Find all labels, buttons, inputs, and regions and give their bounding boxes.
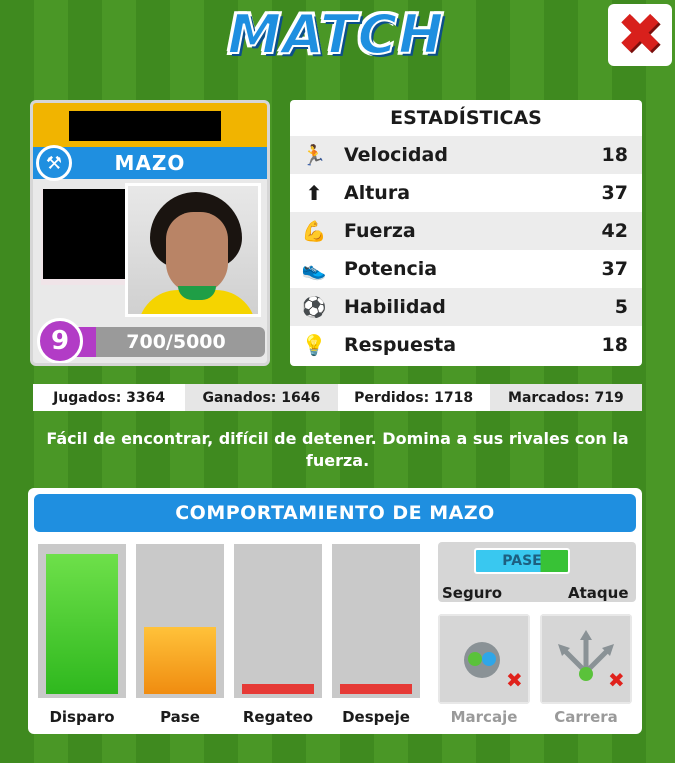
- player-card: MAZO ⚒ 9 700/5000: [30, 100, 270, 366]
- stat-label: Respuesta: [344, 334, 457, 356]
- match-title: MATCH: [226, 2, 445, 67]
- behaviour-bar-fill: [242, 684, 314, 694]
- role-description: Fácil de encontrar, difícil de detener. …: [46, 429, 629, 470]
- behaviour-bar-regateo: [234, 544, 322, 698]
- behaviour-bar-pase: [136, 544, 224, 698]
- stat-value: 37: [601, 182, 628, 204]
- stat-row: ⬆ Altura 37: [290, 174, 642, 212]
- pass-style-track: PASE: [474, 548, 570, 574]
- stat-row: 🏃 Velocidad 18: [290, 136, 642, 174]
- disabled-x-icon: ✖: [608, 668, 625, 692]
- stat-row: ⚽ Habilidad 5: [290, 288, 642, 326]
- behaviour-bar-despeje: [332, 544, 420, 698]
- marking-disabled: ✖: [438, 614, 530, 704]
- won-count: Ganados: 1646: [185, 384, 338, 411]
- arrow-up-icon: ⬆: [305, 181, 323, 205]
- hammer-icon: ⚒: [36, 145, 72, 181]
- pass-style-label: PASE: [502, 553, 542, 569]
- lost-count: Perdidos: 1718: [337, 384, 490, 411]
- match-record: Jugados: 3364 Ganados: 1646 Perdidos: 17…: [33, 384, 642, 411]
- running-label: Carrera: [554, 708, 618, 726]
- player-name-redacted: [69, 111, 221, 141]
- stat-row: 💪 Fuerza 42: [290, 212, 642, 250]
- pass-style-right-label: Ataque: [568, 584, 629, 602]
- stat-label: Habilidad: [344, 296, 446, 318]
- boot-icon: 👟: [301, 257, 327, 281]
- behaviour-bar-label: Regateo: [242, 708, 314, 726]
- stat-row: 👟 Potencia 37: [290, 250, 642, 288]
- behaviour-bar-disparo: [38, 544, 126, 698]
- lightbulb-icon: 💡: [301, 333, 327, 357]
- behaviour-panel: COMPORTAMIENTO DE MAZO Disparo Pase Regate…: [28, 488, 642, 734]
- stat-value: 5: [614, 296, 628, 318]
- stat-label: Altura: [344, 182, 411, 204]
- marking-label: Marcaje: [450, 708, 518, 726]
- behaviour-bar-label: Despeje: [342, 708, 410, 726]
- behaviour-bar-label: Disparo: [49, 708, 115, 726]
- behaviour-bar-fill: [46, 554, 118, 694]
- level-badge: 9: [37, 318, 83, 363]
- stat-label: Velocidad: [344, 144, 448, 166]
- stat-value: 42: [601, 220, 628, 242]
- disabled-x-icon: ✖: [506, 668, 523, 692]
- stat-label: Potencia: [344, 258, 438, 280]
- flag-redacted: [43, 189, 137, 279]
- player-portrait: [125, 183, 261, 317]
- played-count: Jugados: 3364: [33, 384, 186, 411]
- stat-value: 18: [601, 334, 628, 356]
- xp-text: 700/5000: [126, 331, 226, 353]
- behaviour-title: COMPORTAMIENTO DE MAZO: [34, 494, 636, 532]
- behaviour-bar-fill: [144, 627, 216, 694]
- close-button[interactable]: ✖: [608, 4, 672, 66]
- stat-value: 37: [601, 258, 628, 280]
- match-screen: MATCH ✖ MAZO ⚒ 9 700/5000 ESTADÍSTICAS 🏃…: [0, 0, 675, 763]
- running-disabled: ✖: [540, 614, 632, 704]
- stat-value: 18: [601, 144, 628, 166]
- behaviour-bar-fill: [340, 684, 412, 694]
- xp-progress-bar: 700/5000: [69, 327, 265, 357]
- close-x-icon: ✖: [616, 2, 664, 67]
- pass-style-left-label: Seguro: [442, 584, 503, 602]
- stats-title: ESTADÍSTICAS: [390, 107, 542, 129]
- stat-label: Fuerza: [344, 220, 416, 242]
- behaviour-bar-label: Pase: [160, 708, 200, 726]
- ball-icon: ⚽: [301, 295, 327, 319]
- stat-row: 💡 Respuesta 18: [290, 326, 642, 364]
- muscle-icon: 💪: [301, 219, 327, 243]
- stats-panel: ESTADÍSTICAS 🏃 Velocidad 18 ⬆ Altura 37 💪 Fuerz…: [290, 100, 642, 366]
- scored-count: Marcados: 719: [489, 384, 642, 411]
- running-icon: 🏃: [301, 143, 327, 167]
